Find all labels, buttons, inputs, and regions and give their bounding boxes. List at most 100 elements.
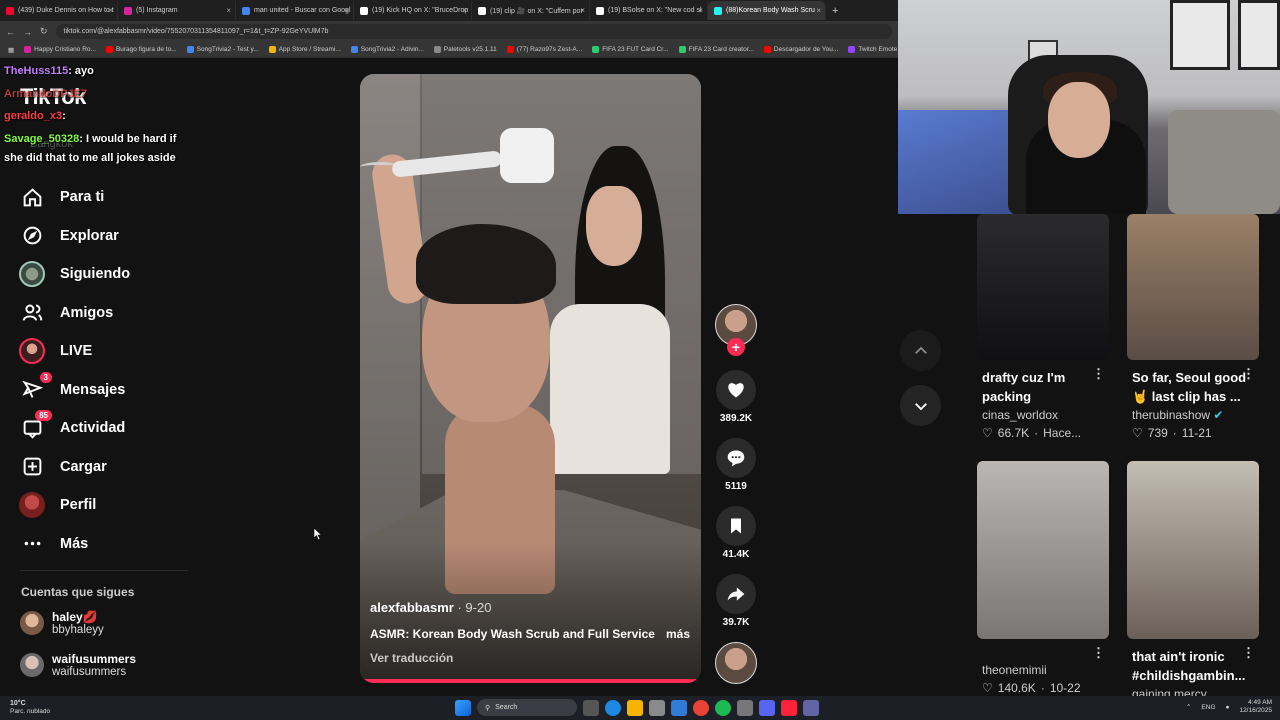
activity-badge: 85 (35, 410, 52, 422)
comment-button[interactable]: 5119 (713, 438, 759, 492)
more-options-icon[interactable]: ⋮ (1242, 366, 1255, 382)
sidebar-item-siguiendo[interactable]: Siguiendo (18, 255, 198, 294)
sidebar-item-amigos[interactable]: Amigos (18, 294, 198, 333)
bookmarks-bar: ▦ Happy Cristiano Ro... Burago figura de … (0, 42, 898, 58)
sidebar-item-actividad[interactable]: 85 Actividad (18, 409, 198, 448)
back-icon[interactable]: ← (6, 27, 15, 37)
sidebar-item-live[interactable]: LIVE (18, 332, 198, 371)
spotify-icon[interactable] (715, 699, 731, 716)
close-tab-icon[interactable]: × (580, 6, 585, 15)
browser-tab[interactable]: (19) Kick HQ on X: "BruceDrop × (354, 1, 472, 20)
following-account[interactable]: waifusummers waifusummers (20, 652, 190, 678)
task-view-icon[interactable] (583, 699, 599, 716)
browser-tab[interactable]: (88)Korean Body Wash Scru × (708, 1, 826, 20)
bookmark-item[interactable]: Descargador de You... (763, 46, 838, 53)
card-stats: ♡ 140.6K · 10-22 (977, 681, 1109, 695)
recommended-video-card[interactable]: that ain't ironic #childishgambin... ⋮ g… (1127, 461, 1259, 701)
edge-icon[interactable] (605, 699, 621, 716)
browser-tab[interactable]: man united - Buscar con Googl × (236, 1, 354, 20)
card-user[interactable]: theonemimii (977, 663, 1109, 677)
url-field[interactable]: tiktok.com/@alexfabbasmr/video/755207031… (55, 24, 892, 39)
next-video-button[interactable] (900, 385, 941, 426)
start-icon[interactable] (455, 699, 471, 716)
bookmark-item[interactable]: Twitch Emote Resizer (848, 46, 898, 53)
bookmark-item[interactable]: Paletools v25.1.11 (433, 46, 497, 53)
taskbar-clock[interactable]: 4:49 AM 12/16/2025 (1239, 699, 1272, 715)
weather-widget[interactable]: 10°C Parc. nublado (10, 700, 50, 716)
video-author[interactable]: alexfabbasmr · 9-20 (370, 600, 491, 615)
bookmark-item[interactable]: Happy Cristiano Ro... (24, 46, 96, 53)
browser-tab[interactable]: (19) clip 🎥 on X: "Cuffem por × (472, 1, 590, 20)
save-button[interactable]: 41.4K (713, 506, 759, 560)
store-icon[interactable] (649, 699, 665, 716)
heart-icon (716, 370, 756, 410)
mail-icon[interactable] (671, 699, 687, 716)
music-disc-button[interactable] (713, 642, 759, 684)
card-user-name: therubinashow (1132, 408, 1211, 422)
author-avatar-button[interactable]: + (713, 304, 759, 356)
share-button[interactable]: 39.7K (713, 574, 759, 628)
bookmark-item[interactable]: Burago figura de to... (105, 46, 177, 53)
close-tab-icon[interactable]: × (108, 6, 113, 15)
bookmark-item[interactable]: FIFA 23 Card creator... (678, 46, 754, 53)
recommended-video-card[interactable]: So far, Seoul good 🤘 last clip has ... ⋮… (1127, 214, 1259, 440)
taskbar-search[interactable]: ⚲ Search (477, 699, 577, 716)
card-stats: ♡ 66.7K · Hace... (977, 426, 1109, 440)
reload-icon[interactable]: ↻ (40, 26, 48, 37)
settings-icon[interactable] (737, 699, 753, 716)
sidebar-item-para-ti[interactable]: Para ti (18, 178, 198, 217)
forward-icon[interactable]: → (23, 27, 32, 37)
file-explorer-icon[interactable] (627, 699, 643, 716)
discord-icon[interactable] (759, 699, 775, 716)
more-options-icon[interactable]: ⋮ (1092, 366, 1105, 382)
close-tab-icon[interactable]: × (344, 6, 349, 15)
sidebar-item-mensajes[interactable]: 3 Mensajes (18, 371, 198, 410)
close-tab-icon[interactable]: × (226, 6, 231, 15)
sidebar-item-label: Más (60, 535, 89, 552)
recommended-video-card[interactable]: drafty cuz I'm packing ⋮ cinas_worldox ♡… (977, 214, 1109, 440)
browser-tab[interactable]: (439) Duke Dennis on How to t × (0, 1, 118, 20)
bookmark-item[interactable]: SongTrivia2 - Adivin... (350, 46, 424, 53)
sidebar-item-label: Para ti (60, 189, 105, 206)
sidebar-item-perfil[interactable]: Perfil (18, 486, 198, 525)
card-user[interactable]: cinas_worldox (977, 408, 1109, 422)
follow-plus-icon[interactable]: + (727, 338, 745, 356)
language-indicator[interactable]: ENG (1201, 704, 1215, 711)
tab-label: (5) Instagram (136, 7, 178, 14)
translate-button[interactable]: Ver traducción (370, 651, 453, 665)
new-tab-button[interactable]: + (832, 5, 838, 17)
close-tab-icon[interactable]: × (698, 6, 703, 15)
browser-tab[interactable]: (5) Instagram × (118, 1, 236, 20)
sidebar-item-label: Mensajes (60, 381, 126, 398)
like-button[interactable]: 389.2K (713, 370, 759, 424)
browser-tab[interactable]: (19) BSolse on X: "New cod sl × (590, 1, 708, 20)
sidebar-item-mas[interactable]: Más (18, 525, 198, 564)
video-thumbnail (977, 461, 1109, 639)
more-button[interactable]: más (666, 627, 690, 641)
bookmark-item[interactable]: FIFA 23 FUT Card Cr... (592, 46, 669, 53)
following-account[interactable]: haley💋 bbyhaleyy (20, 610, 190, 636)
bookmark-item[interactable]: App Store / Streami... (268, 46, 341, 53)
card-user[interactable]: therubinashow ✔ (1127, 408, 1259, 422)
clock-time: 4:49 AM (1248, 699, 1272, 706)
close-tab-icon[interactable]: × (816, 6, 821, 15)
teams-icon[interactable] (803, 699, 819, 716)
apps-icon[interactable]: ▦ (8, 46, 14, 54)
sidebar-item-explorar[interactable]: Explorar (18, 217, 198, 256)
account-name: waifusummers (52, 652, 137, 666)
chevron-up-icon[interactable]: ⌃ (1186, 703, 1191, 711)
chrome-icon[interactable] (693, 699, 709, 716)
bookmark-favicon-icon (105, 46, 113, 53)
sidebar-item-cargar[interactable]: Cargar (18, 448, 198, 487)
more-options-icon[interactable]: ⋮ (1092, 645, 1105, 661)
bookmark-item[interactable]: SongTrivia2 - Test y... (186, 46, 259, 53)
recommended-video-card[interactable]: ⋮ theonemimii ♡ 140.6K · 10-22 (977, 461, 1109, 695)
bookmark-item[interactable]: (77) Razo97s Zest-A... (506, 46, 582, 53)
video-player[interactable]: alexfabbasmr · 9-20 ASMR: Korean Body Wa… (360, 74, 701, 683)
close-tab-icon[interactable]: × (462, 6, 467, 15)
video-progress-bar[interactable] (360, 679, 701, 683)
more-options-icon[interactable]: ⋮ (1242, 645, 1255, 661)
previous-video-button[interactable] (900, 330, 941, 371)
wifi-icon[interactable]: ● (1226, 704, 1230, 711)
music-icon[interactable] (781, 699, 797, 716)
